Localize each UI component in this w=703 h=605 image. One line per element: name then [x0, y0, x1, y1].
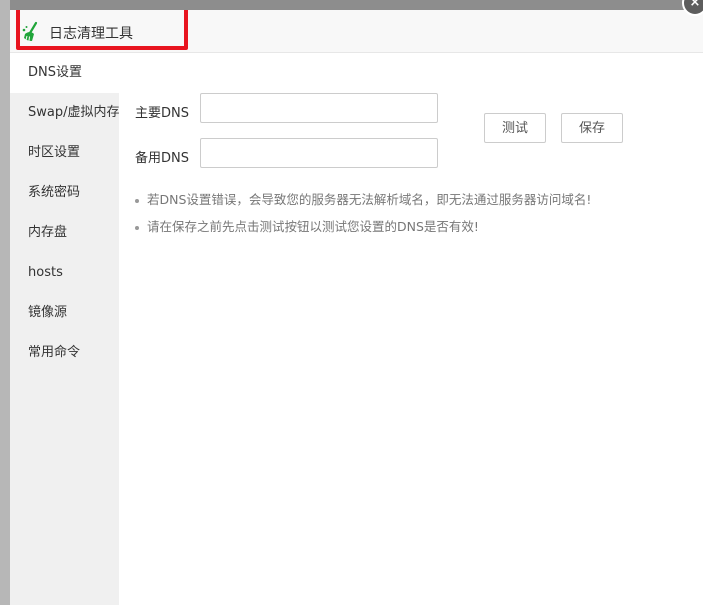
save-button[interactable]: 保存 [561, 113, 623, 143]
sidebar-item-swap[interactable]: Swap/虚拟内存 [10, 93, 119, 133]
sidebar-item-ramdisk[interactable]: 内存盘 [10, 213, 119, 253]
sidebar-item-commands[interactable]: 常用命令 [10, 333, 119, 373]
test-button[interactable]: 测试 [484, 113, 546, 143]
backdrop-overlay [0, 0, 703, 10]
tips-list: 若DNS设置错误，会导致您的服务器无法解析域名，即无法通过服务器访问域名! 请在… [135, 190, 591, 244]
secondary-dns-input[interactable] [200, 138, 438, 168]
sidebar-item-password[interactable]: 系统密码 [10, 173, 119, 213]
tip-item: 请在保存之前先点击测试按钮以测试您设置的DNS是否有效! [135, 217, 591, 237]
secondary-dns-label: 备用DNS [135, 151, 189, 166]
highlight-annotation [16, 10, 188, 50]
backdrop-overlay-left [0, 0, 10, 605]
sidebar-item-hosts[interactable]: hosts [10, 253, 119, 293]
sidebar-item-dns[interactable]: DNS设置 [10, 53, 119, 93]
sidebar-item-mirror[interactable]: 镜像源 [10, 293, 119, 333]
primary-dns-label: 主要DNS [135, 106, 189, 121]
sidebar-item-timezone[interactable]: 时区设置 [10, 133, 119, 173]
dns-settings-panel: 主要DNS 备用DNS 测试 保存 若DNS设置错误，会导致您的服务器无法解析域… [119, 53, 703, 605]
sidebar: DNS设置 Swap/虚拟内存 时区设置 系统密码 内存盘 hosts 镜像源 … [10, 53, 119, 605]
tip-item: 若DNS设置错误，会导致您的服务器无法解析域名，即无法通过服务器访问域名! [135, 190, 591, 210]
settings-dialog: 日志清理工具 DNS设置 Swap/虚拟内存 时区设置 系统密码 内存盘 hos… [10, 10, 703, 605]
primary-dns-input[interactable] [200, 93, 438, 123]
